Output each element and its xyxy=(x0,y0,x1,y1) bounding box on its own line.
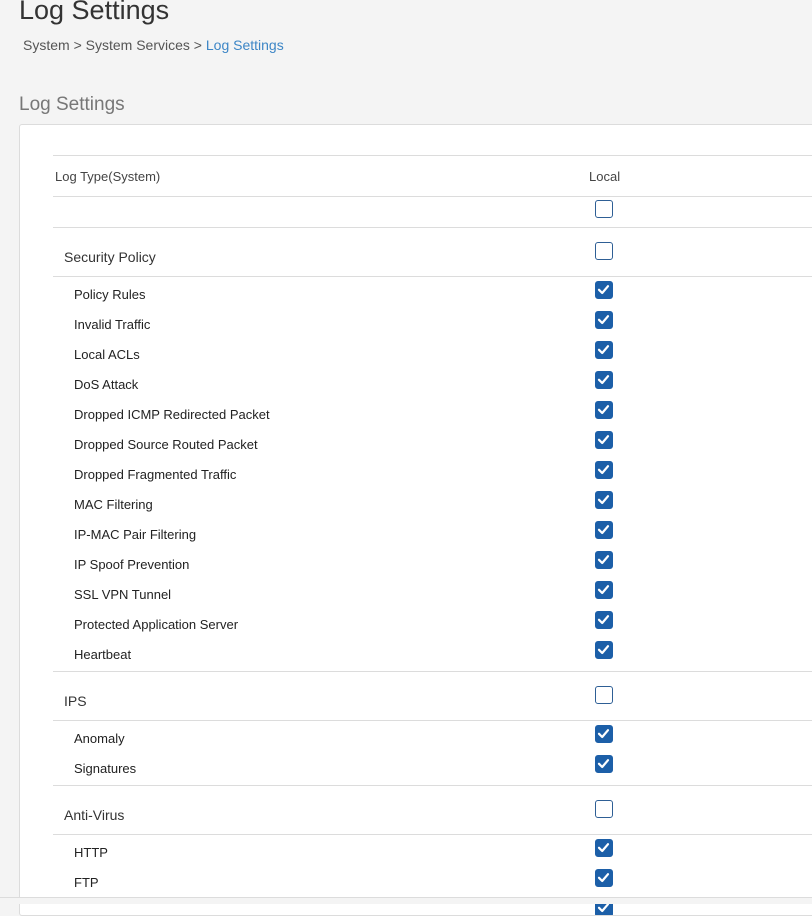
group-checkbox-anti-virus[interactable] xyxy=(595,800,613,818)
group-items-ips: Anomaly Signatures xyxy=(53,721,812,786)
log-type-row: Heartbeat xyxy=(53,639,812,669)
log-type-label: Invalid Traffic xyxy=(74,317,151,332)
log-type-row: DoS Attack xyxy=(53,369,812,399)
breadcrumb-current: Log Settings xyxy=(205,37,284,53)
breadcrumb-system-services[interactable]: System Services xyxy=(86,37,190,53)
log-type-label: Dropped ICMP Redirected Packet xyxy=(74,407,270,422)
log-type-row: IP Spoof Prevention xyxy=(53,549,812,579)
groups-container: Security Policy Policy Rules Invalid Traff… xyxy=(53,228,812,915)
checkmark-icon xyxy=(597,759,610,769)
group-label: IPS xyxy=(64,693,87,709)
breadcrumb-system[interactable]: System xyxy=(23,37,70,53)
log-type-label: Protected Application Server xyxy=(74,617,239,632)
log-type-row: Dropped Fragmented Traffic xyxy=(53,459,812,489)
local-checkbox-local-acls[interactable] xyxy=(595,341,613,359)
column-header-log-type: Log Type(System) xyxy=(55,169,161,184)
select-all-checkbox[interactable] xyxy=(595,200,613,218)
group-items-security-policy: Policy Rules Invalid Traffic Local ACLs DoS… xyxy=(53,277,812,672)
log-type-row: Anomaly xyxy=(53,723,812,753)
checkmark-icon xyxy=(597,873,610,883)
local-checkbox-policy-rules[interactable] xyxy=(595,281,613,299)
log-type-label: Policy Rules xyxy=(74,287,146,302)
table-header: Log Type(System) Local xyxy=(53,155,812,197)
log-type-row: Protected Application Server xyxy=(53,609,812,639)
local-checkbox-ssl-vpn-tunnel[interactable] xyxy=(595,581,613,599)
checkmark-icon xyxy=(597,615,610,625)
log-type-label: DoS Attack xyxy=(74,377,139,392)
log-type-label: Signatures xyxy=(74,761,137,776)
checkmark-icon xyxy=(597,435,610,445)
checkmark-icon xyxy=(597,645,610,655)
local-checkbox-ip-mac-pair-filtering[interactable] xyxy=(595,521,613,539)
local-checkbox-signatures[interactable] xyxy=(595,755,613,773)
group-row-anti-virus: Anti-Virus xyxy=(53,786,812,835)
log-type-row: Policy Rules xyxy=(53,279,812,309)
checkmark-icon xyxy=(597,315,610,325)
log-type-row: Local ACLs xyxy=(53,339,812,369)
group-row-security-policy: Security Policy xyxy=(53,228,812,277)
log-type-row: IP-MAC Pair Filtering xyxy=(53,519,812,549)
section-title: Log Settings xyxy=(19,94,125,115)
log-type-label: Anomaly xyxy=(74,731,125,746)
log-type-label: FTP xyxy=(74,875,99,890)
log-type-label: Local ACLs xyxy=(74,347,140,362)
local-checkbox-dropped-icmp-redirected-packet[interactable] xyxy=(595,401,613,419)
log-type-label: HTTP xyxy=(74,845,108,860)
local-checkbox-dropped-source-routed-packet[interactable] xyxy=(595,431,613,449)
local-checkbox-http[interactable] xyxy=(595,839,613,857)
local-checkbox-invalid-traffic[interactable] xyxy=(595,311,613,329)
column-header-local: Local xyxy=(589,169,621,184)
log-type-row: Invalid Traffic xyxy=(53,309,812,339)
log-type-row: FTP xyxy=(53,867,812,897)
breadcrumb-separator: > xyxy=(73,37,82,53)
log-type-label: Heartbeat xyxy=(74,647,132,662)
group-label: Security Policy xyxy=(64,249,156,265)
log-type-row: SSL VPN Tunnel xyxy=(53,579,812,609)
log-type-row: Dropped Source Routed Packet xyxy=(53,429,812,459)
select-all-row xyxy=(53,197,812,228)
breadcrumb: System > System Services > Log Settings xyxy=(23,36,284,54)
breadcrumb-separator: > xyxy=(193,37,202,53)
local-checkbox-dos-attack[interactable] xyxy=(595,371,613,389)
group-checkbox-security-policy[interactable] xyxy=(595,242,613,260)
local-checkbox-mac-filtering[interactable] xyxy=(595,491,613,509)
local-checkbox-anomaly[interactable] xyxy=(595,725,613,743)
checkmark-icon xyxy=(597,465,610,475)
local-checkbox-dropped-fragmented-traffic[interactable] xyxy=(595,461,613,479)
checkmark-icon xyxy=(597,555,610,565)
local-checkbox-heartbeat[interactable] xyxy=(595,641,613,659)
checkmark-icon xyxy=(597,525,610,535)
checkmark-icon xyxy=(597,345,610,355)
checkmark-icon xyxy=(597,585,610,595)
checkmark-icon xyxy=(597,729,610,739)
group-row-ips: IPS xyxy=(53,672,812,721)
checkmark-icon xyxy=(597,843,610,853)
log-type-row: MAC Filtering xyxy=(53,489,812,519)
log-type-label: MAC Filtering xyxy=(74,497,153,512)
group-checkbox-ips[interactable] xyxy=(595,686,613,704)
group-label: Anti-Virus xyxy=(64,807,125,823)
log-type-row: HTTP xyxy=(53,837,812,867)
log-type-label: IP Spoof Prevention xyxy=(74,557,190,572)
log-type-label: SSL VPN Tunnel xyxy=(74,587,172,602)
log-settings-table: Log Type(System) Local Security Policy Po… xyxy=(53,155,812,915)
log-type-label: IP-MAC Pair Filtering xyxy=(74,527,197,542)
checkmark-icon xyxy=(597,495,610,505)
log-settings-panel: Log Type(System) Local Security Policy Po… xyxy=(19,124,812,916)
log-type-label: Dropped Source Routed Packet xyxy=(74,437,258,452)
checkmark-icon xyxy=(597,375,610,385)
checkmark-icon xyxy=(597,405,610,415)
log-type-label: Dropped Fragmented Traffic xyxy=(74,467,237,482)
checkmark-icon xyxy=(597,285,610,295)
log-type-row: Dropped ICMP Redirected Packet xyxy=(53,399,812,429)
local-checkbox-protected-application-server[interactable] xyxy=(595,611,613,629)
local-checkbox-ftp[interactable] xyxy=(595,869,613,887)
log-type-row: Signatures xyxy=(53,753,812,783)
local-checkbox-ip-spoof-prevention[interactable] xyxy=(595,551,613,569)
page-title: Log Settings xyxy=(19,0,170,25)
